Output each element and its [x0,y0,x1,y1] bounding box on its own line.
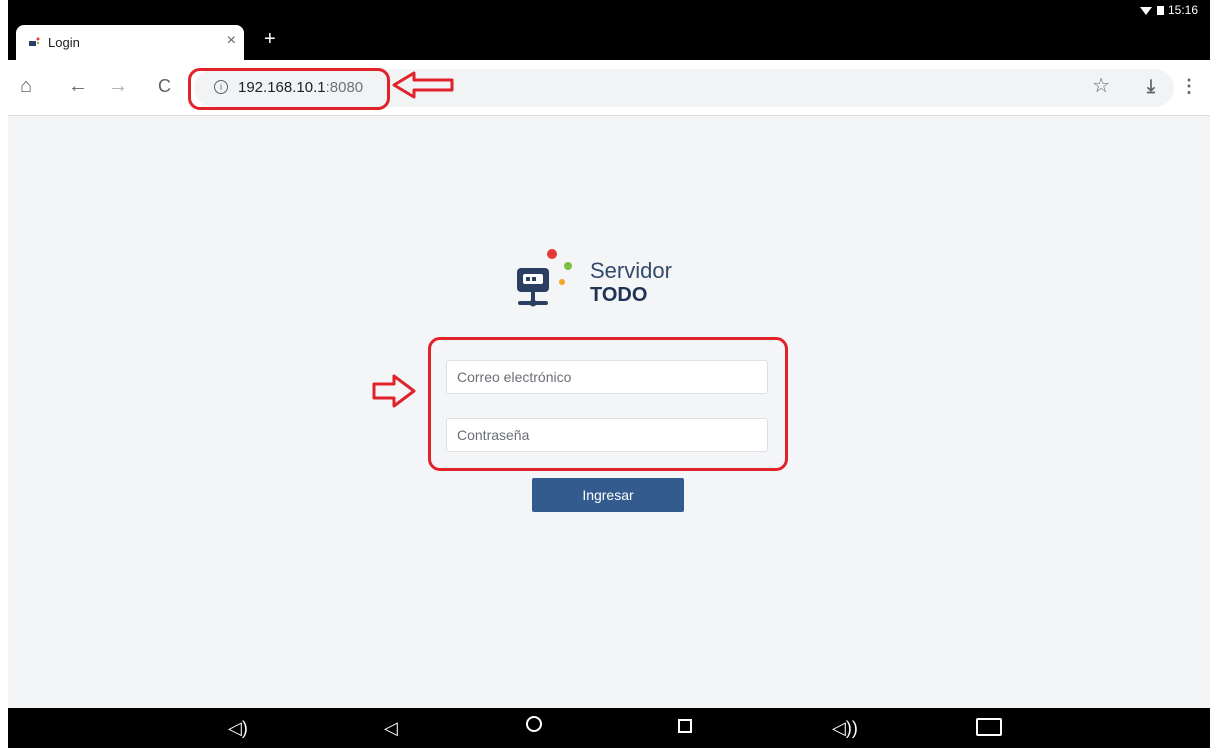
menu-icon[interactable]: ⋮ [1180,74,1198,98]
status-time: 15:16 [1167,3,1198,17]
tab-close-icon[interactable]: × [227,32,236,50]
tablet-screen: 15:16 Login × + ⌂ ← → C i 192.168.10.1:8… [8,0,1210,748]
screenshot-icon[interactable] [976,718,1002,736]
nav-recents-icon[interactable] [678,719,692,733]
login-button[interactable]: Ingresar [532,478,684,512]
url-text[interactable]: 192.168.10.1:8080 [238,79,363,96]
url-host: 192.168.10.1 [238,79,326,96]
battery-icon [1157,6,1164,15]
volume-up-icon[interactable]: ◁)) [832,718,858,738]
email-field[interactable] [446,360,768,394]
home-icon[interactable]: ⌂ [20,74,32,98]
logo-text-servidor: Servidor [590,258,672,283]
download-icon[interactable]: ⤓ [1147,74,1155,98]
status-bar: 15:16 [8,0,1210,25]
favicon-icon [29,37,40,46]
address-bar[interactable]: i 192.168.10.1:8080 [194,69,1174,107]
forward-icon[interactable]: → [108,74,128,98]
servidor-todo-logo: Servidor TODO [502,246,702,316]
login-page: Servidor TODO Ingresar [8,116,1210,708]
info-icon[interactable]: i [214,80,228,94]
url-port: :8080 [325,79,364,96]
reload-icon[interactable]: C [158,74,171,98]
browser-tab-login[interactable]: Login × [16,25,244,60]
screen: 15:16 Login × + ⌂ ← → C i 192.168.10.1:8… [0,0,1211,748]
logo-text-todo: TODO [590,284,648,306]
new-tab-button[interactable]: + [264,28,276,51]
server-logo-icon [517,249,572,307]
volume-down-icon[interactable]: ◁) [228,718,248,738]
back-icon[interactable]: ← [68,74,88,98]
nav-home-icon[interactable] [526,716,542,732]
android-nav-bar: ◁) ◁ ◁)) [8,708,1210,748]
bookmark-star-icon[interactable]: ☆ [1092,74,1110,98]
password-field[interactable] [446,418,768,452]
tab-title: Login [48,35,80,50]
browser-toolbar: ⌂ ← → C i 192.168.10.1:8080 ☆ ⤓ ⋮ [8,60,1210,116]
nav-back-icon[interactable]: ◁ [384,718,398,738]
wifi-icon [1140,7,1152,15]
